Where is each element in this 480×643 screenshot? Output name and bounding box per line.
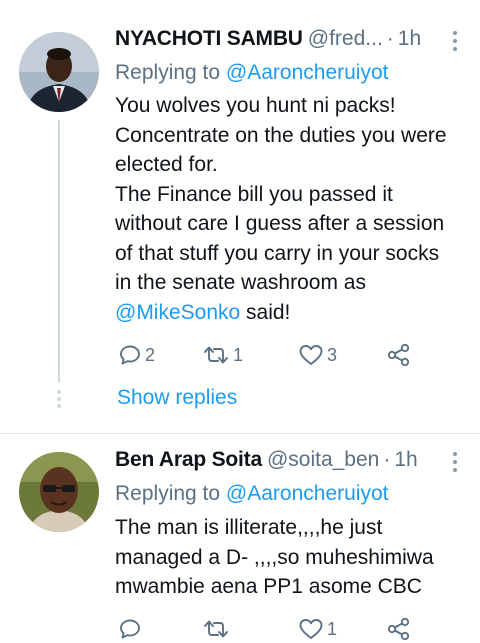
retweet-icon (204, 620, 228, 638)
share-icon (387, 617, 410, 641)
more-vertical-icon[interactable] (452, 452, 458, 476)
user-handle[interactable]: @fred... (308, 27, 383, 51)
reply-button[interactable]: 2 (118, 341, 155, 369)
like-icon (299, 619, 323, 639)
like-button[interactable]: 1 (298, 615, 337, 643)
replying-to-mention[interactable]: @Aaroncheruiyot (226, 482, 389, 505)
more-vertical-icon[interactable] (452, 31, 458, 55)
avatar[interactable] (19, 452, 99, 532)
thread-line (58, 120, 60, 383)
text-line: You wolves you hunt ni packs! (115, 94, 396, 117)
replying-to-label: Replying to (115, 482, 221, 505)
reply-button[interactable] (118, 615, 145, 643)
tweet-text: You wolves you hunt ni packs! Concentrat… (115, 91, 466, 327)
retweet-count: 1 (233, 344, 244, 365)
like-button[interactable]: 3 (298, 341, 337, 369)
replying-to-mention[interactable]: @Aaroncheruiyot (226, 61, 389, 84)
retweet-icon (204, 346, 228, 364)
tweet-header: NYACHOTI SAMBU @fred... · 1h (115, 27, 480, 57)
like-icon (299, 345, 323, 365)
replying-to: Replying to @Aaroncheruiyot (115, 482, 388, 506)
share-button[interactable] (386, 615, 412, 643)
avatar-photo-man-in-suit (19, 32, 99, 112)
retweet-button[interactable] (202, 615, 233, 643)
share-icon (387, 343, 410, 367)
show-replies-link[interactable]: Show replies (117, 386, 237, 410)
reply-icon (120, 619, 140, 639)
text-line: without care I guess after a session (115, 212, 445, 235)
text-fragment: said! (240, 300, 291, 324)
text-line: managed a D- ,,,,so muheshimiwa (115, 545, 434, 569)
timestamp[interactable]: 1h (398, 27, 421, 51)
user-handle[interactable]: @soita_ben (267, 448, 379, 472)
display-name[interactable]: NYACHOTI SAMBU (115, 27, 303, 51)
like-count: 1 (327, 618, 338, 639)
tweet-text: The man is illiterate,,,,he just managed… (115, 513, 466, 602)
text-line: of that stuff you carry in your socks (115, 241, 440, 265)
replying-to: Replying to @Aaroncheruiyot (115, 61, 388, 85)
text-line-last: @MikeSonko said! (115, 298, 466, 328)
tweet-actions: 1 (115, 615, 415, 643)
replying-to-label: Replying to (115, 61, 221, 84)
tweet-ben-arap-soita[interactable]: Ben Arap Soita @soita_ben · 1h Replying … (0, 434, 480, 643)
like-count: 3 (327, 344, 338, 365)
tweet-header: Ben Arap Soita @soita_ben · 1h (115, 448, 480, 478)
display-name[interactable]: Ben Arap Soita (115, 448, 262, 472)
text-line: in the senate washroom as (115, 271, 366, 294)
tweet-actions: 2 1 3 (115, 341, 415, 369)
text-line: The Finance bill you passed it (115, 182, 393, 206)
timestamp[interactable]: 1h (394, 448, 417, 472)
text-line: Concentrate on the duties you were (115, 123, 447, 147)
separator-dot: · (386, 27, 394, 50)
text-line: elected for. (115, 153, 218, 176)
share-button[interactable] (386, 341, 412, 369)
avatar-photo-man-with-glasses (19, 452, 99, 532)
mention-mikesonko[interactable]: @MikeSonko (115, 301, 240, 324)
text-line: The man is illiterate,,,,he just (115, 516, 383, 539)
separator-dot: · (383, 448, 391, 471)
reply-count: 2 (145, 344, 156, 365)
avatar[interactable] (19, 32, 99, 112)
text-line: mwambie aena PP1 asome CBC (115, 575, 422, 598)
retweet-button[interactable]: 1 (202, 341, 243, 369)
reply-icon (120, 345, 140, 365)
tweet-nyachoti[interactable]: NYACHOTI SAMBU @fred... · 1h Replying to… (0, 0, 480, 433)
